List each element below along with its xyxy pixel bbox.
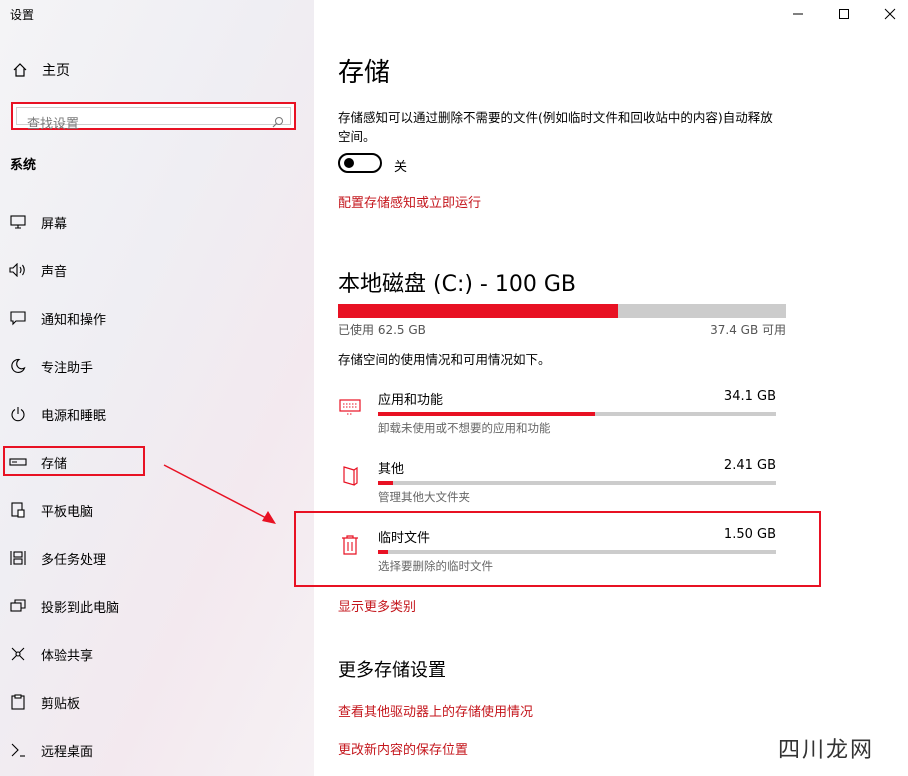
selected-highlight-box	[3, 446, 145, 476]
page-title: 存储	[338, 58, 391, 88]
sidebar-item-label: 体验共享	[41, 648, 94, 664]
storage-sense-toggle[interactable]	[338, 153, 382, 173]
more-settings-title: 更多存储设置	[338, 660, 446, 681]
category-bar	[378, 412, 776, 416]
speaker-icon	[8, 263, 28, 277]
minimize-icon	[793, 13, 803, 15]
sidebar-item-power[interactable]: 电源和睡眠	[8, 402, 106, 426]
category-name: 应用和功能	[378, 393, 444, 408]
sidebar-item-display[interactable]: 屏幕	[8, 210, 67, 234]
projection-icon	[8, 598, 28, 614]
minimize-button[interactable]	[788, 4, 808, 24]
toggle-knob	[344, 158, 354, 168]
annotation-arrow	[163, 464, 276, 524]
sidebar-item-projection[interactable]: 投影到此电脑	[8, 594, 119, 618]
category-size: 2.41 GB	[723, 458, 776, 473]
category-subtitle: 管理其他大文件夹	[378, 490, 470, 504]
other-icon	[338, 464, 362, 488]
nav-home-label: 主页	[42, 63, 70, 79]
nav-home[interactable]: 主页	[10, 58, 70, 82]
tablet-icon	[8, 502, 28, 518]
category-bar-fill	[378, 481, 394, 485]
category-other[interactable]: 其他 2.41 GB 管理其他大文件夹	[338, 458, 778, 508]
usage-description: 存储空间的使用情况和可用情况如下。	[338, 352, 551, 367]
home-icon	[10, 62, 30, 78]
sidebar-item-label: 专注助手	[41, 360, 94, 376]
close-icon	[884, 8, 896, 20]
search-box[interactable]: 查找设置	[11, 102, 296, 132]
temp-files-highlight-box	[294, 511, 821, 587]
close-button[interactable]	[880, 4, 900, 24]
toggle-state-label: 关	[394, 160, 408, 175]
search-icon[interactable]	[272, 113, 284, 132]
category-subtitle: 卸载未使用或不想要的应用和功能	[378, 421, 551, 435]
sidebar-item-sound[interactable]: 声音	[8, 258, 67, 282]
category-bar-fill	[378, 412, 595, 416]
storage-sense-description: 存储感知可以通过删除不需要的文件(例如临时文件和回收站中的内容)自动释放空间。	[338, 110, 773, 144]
sidebar-item-label: 屏幕	[41, 216, 68, 232]
sidebar-item-clipboard[interactable]: 剪贴板	[8, 690, 80, 714]
sidebar-item-label: 通知和操作	[41, 312, 107, 328]
sidebar-item-label: 平板电脑	[41, 504, 94, 520]
maximize-button[interactable]	[834, 4, 854, 24]
search-input[interactable]: 查找设置	[16, 107, 291, 132]
remote-icon	[8, 742, 28, 758]
maximize-icon	[839, 9, 849, 19]
other-drives-link[interactable]: 查看其他驱动器上的存储使用情况	[338, 701, 533, 720]
used-space-label: 已使用 62.5 GB	[338, 323, 426, 337]
search-placeholder: 查找设置	[27, 117, 80, 132]
available-space-label: 37.4 GB 可用	[710, 323, 786, 337]
clipboard-icon	[8, 694, 28, 710]
category-size: 34.1 GB	[723, 389, 776, 404]
save-location-link[interactable]: 更改新内容的保存位置	[338, 739, 468, 758]
window-title: 设置	[10, 8, 35, 22]
section-label: 系统	[10, 158, 37, 173]
monitor-icon	[8, 215, 28, 229]
sidebar-item-label: 电源和睡眠	[41, 408, 107, 424]
sidebar-item-tablet[interactable]: 平板电脑	[8, 498, 93, 522]
sidebar-item-remote-desktop[interactable]: 远程桌面	[8, 738, 93, 762]
category-apps[interactable]: 应用和功能 34.1 GB 卸载未使用或不想要的应用和功能	[338, 389, 778, 439]
sidebar-item-multitasking[interactable]: 多任务处理	[8, 546, 106, 570]
sidebar-item-label: 多任务处理	[41, 552, 107, 568]
sidebar-item-label: 声音	[41, 264, 68, 280]
watermark: 四川龙网	[778, 738, 875, 763]
power-icon	[8, 406, 28, 422]
category-bar	[378, 481, 776, 485]
apps-icon	[338, 395, 362, 419]
disk-title: 本地磁盘 (C:) - 100 GB	[338, 272, 576, 297]
sidebar-item-label: 剪贴板	[41, 696, 81, 712]
notification-icon	[8, 310, 28, 326]
show-more-categories-link[interactable]: 显示更多类别	[338, 596, 416, 615]
sidebar-item-shared-experiences[interactable]: 体验共享	[8, 642, 93, 666]
category-name: 其他	[378, 462, 405, 477]
disk-usage-fill	[338, 304, 618, 318]
sidebar-item-notifications[interactable]: 通知和操作	[8, 306, 106, 330]
multitask-icon	[8, 550, 28, 566]
share-icon	[8, 646, 28, 662]
disk-usage-bar	[338, 304, 786, 318]
moon-icon	[8, 358, 28, 374]
configure-storage-sense-link[interactable]: 配置存储感知或立即运行	[338, 192, 481, 211]
sidebar-item-focus[interactable]: 专注助手	[8, 354, 93, 378]
sidebar-item-label: 远程桌面	[41, 744, 94, 760]
sidebar-item-label: 投影到此电脑	[41, 600, 120, 616]
